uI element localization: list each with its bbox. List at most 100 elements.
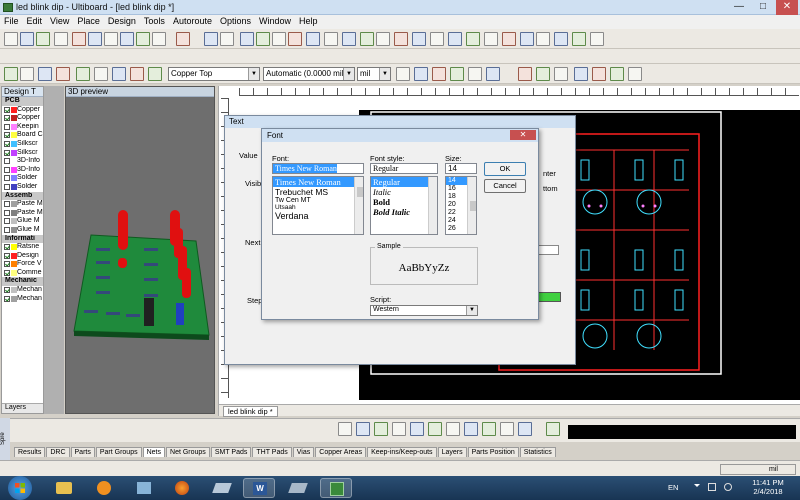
tool-button-icon[interactable]: [592, 67, 606, 81]
layer-item[interactable]: 3D-Info: [2, 166, 43, 175]
style-list[interactable]: Regular Italic Bold Bold Italic: [370, 176, 438, 235]
layer-visibility-checkbox[interactable]: [4, 209, 10, 216]
taskbar-firefox[interactable]: [166, 478, 198, 498]
tool-button-icon[interactable]: [450, 67, 464, 81]
toolbox-scroll[interactable]: [44, 86, 64, 414]
size-list[interactable]: 14 16 18 20 22 24 26: [445, 176, 477, 235]
tool-button-icon[interactable]: [446, 422, 460, 436]
tool-button-icon[interactable]: [394, 32, 408, 46]
menu-file[interactable]: File: [0, 15, 23, 26]
tool-button-icon[interactable]: [152, 32, 166, 46]
layer-visibility-checkbox[interactable]: [4, 287, 10, 294]
layer-item[interactable]: Silkscr: [2, 149, 43, 158]
layer-visibility-checkbox[interactable]: [4, 175, 10, 182]
font-list-scrollbar[interactable]: [354, 177, 363, 234]
tool-button-icon[interactable]: [220, 32, 234, 46]
tool-button-icon[interactable]: [54, 32, 68, 46]
font-list-item[interactable]: Tw Cen MT: [273, 197, 363, 204]
font-name-input[interactable]: Times New Roman: [272, 163, 364, 174]
size-list-scrollbar[interactable]: [467, 177, 476, 234]
layer-visibility-checkbox[interactable]: [4, 261, 10, 268]
tray-volume-icon[interactable]: [724, 483, 732, 491]
tool-button-icon[interactable]: [56, 67, 70, 81]
tool-button-icon[interactable]: [430, 32, 444, 46]
clock[interactable]: 11:41 PM 2/4/2018: [746, 478, 790, 496]
tool-button-icon[interactable]: [554, 32, 568, 46]
layer-select[interactable]: Copper Top ▼: [168, 67, 260, 81]
tool-button-icon[interactable]: [466, 32, 480, 46]
menu-design[interactable]: Design: [104, 15, 140, 26]
tool-button-icon[interactable]: [396, 67, 410, 81]
tool-button-icon[interactable]: [468, 67, 482, 81]
spreadsheet-tab-copper-areas[interactable]: Copper Areas: [315, 447, 367, 457]
script-select[interactable]: Western ▼: [370, 305, 478, 316]
tool-button-icon[interactable]: [412, 32, 426, 46]
tool-button-icon[interactable]: [520, 32, 534, 46]
menu-place[interactable]: Place: [73, 15, 104, 26]
spreadsheet-tab-statistics[interactable]: Statistics: [519, 447, 556, 457]
spreadsheet-tab-parts-position[interactable]: Parts Position: [467, 447, 519, 457]
tool-button-icon[interactable]: [112, 67, 126, 81]
tool-button-icon[interactable]: [518, 67, 532, 81]
layer-item[interactable]: Glue M: [2, 217, 43, 226]
taskbar-ultiboard[interactable]: [320, 478, 352, 498]
tray-expand-icon[interactable]: [694, 484, 700, 490]
tool-button-icon[interactable]: [414, 67, 428, 81]
spreadsheet-tab-net-groups[interactable]: Net Groups: [166, 447, 210, 457]
tool-button-icon[interactable]: [486, 67, 500, 81]
spreadsheet-tab-nets[interactable]: Nets: [142, 447, 166, 457]
trace-width-select[interactable]: Automatic (0.0000 mil ▼: [263, 67, 355, 81]
font-list-item[interactable]: Times New Roman: [273, 177, 363, 187]
tool-button-icon[interactable]: [104, 32, 118, 46]
layer-visibility-checkbox[interactable]: [4, 123, 10, 130]
layer-visibility-checkbox[interactable]: [4, 149, 10, 156]
layer-visibility-checkbox[interactable]: [4, 252, 10, 259]
maximize-button[interactable]: □: [752, 0, 774, 15]
layer-item[interactable]: Paste M: [2, 200, 43, 209]
language-indicator[interactable]: EN: [668, 483, 678, 492]
size-input[interactable]: 14: [445, 163, 477, 174]
tool-button-icon[interactable]: [536, 32, 550, 46]
start-button[interactable]: [8, 476, 32, 500]
layer-item[interactable]: Mechan: [2, 286, 43, 295]
tool-button-icon[interactable]: [72, 32, 86, 46]
tool-button-icon[interactable]: [4, 32, 18, 46]
tool-button-icon[interactable]: [324, 32, 338, 46]
layer-visibility-checkbox[interactable]: [4, 295, 10, 302]
tool-button-icon[interactable]: [374, 422, 388, 436]
tool-button-icon[interactable]: [546, 422, 560, 436]
spreadsheet-tab-keep-ins-keep-outs[interactable]: Keep-ins/Keep-outs: [367, 447, 437, 457]
spreadsheet-tab-drc[interactable]: DRC: [46, 447, 70, 457]
tool-button-icon[interactable]: [94, 67, 108, 81]
tool-button-icon[interactable]: [432, 67, 446, 81]
tool-button-icon[interactable]: [130, 67, 144, 81]
tool-button-icon[interactable]: [204, 32, 218, 46]
font-list-item[interactable]: Utsaah: [273, 204, 363, 211]
layers-tab[interactable]: Layers: [2, 403, 43, 413]
font-list-item[interactable]: Verdana: [273, 211, 363, 221]
taskbar-app2[interactable]: [282, 478, 314, 498]
spreadsheet-tab-parts[interactable]: Parts: [70, 447, 95, 457]
spreadsheet-tab-layers[interactable]: Layers: [437, 447, 467, 457]
menu-view[interactable]: View: [46, 15, 73, 26]
tool-button-icon[interactable]: [410, 422, 424, 436]
layer-item[interactable]: Solder: [2, 183, 43, 192]
tool-button-icon[interactable]: [572, 32, 586, 46]
menu-options[interactable]: Options: [216, 15, 255, 26]
unit-select[interactable]: mil ▼: [357, 67, 391, 81]
taskbar-network[interactable]: [206, 478, 238, 498]
font-dialog-close-button[interactable]: ✕: [510, 130, 536, 140]
menu-tools[interactable]: Tools: [140, 15, 169, 26]
layer-visibility-checkbox[interactable]: [4, 269, 10, 276]
layer-visibility-checkbox[interactable]: [4, 183, 10, 190]
tool-button-icon[interactable]: [148, 67, 162, 81]
menu-edit[interactable]: Edit: [23, 15, 47, 26]
tool-button-icon[interactable]: [590, 32, 604, 46]
tool-button-icon[interactable]: [240, 32, 254, 46]
tool-button-icon[interactable]: [502, 32, 516, 46]
style-input[interactable]: Regular: [370, 163, 438, 174]
layer-item[interactable]: Silkscr: [2, 140, 43, 149]
tool-button-icon[interactable]: [356, 422, 370, 436]
tool-button-icon[interactable]: [288, 32, 302, 46]
layer-item[interactable]: Board C: [2, 131, 43, 140]
